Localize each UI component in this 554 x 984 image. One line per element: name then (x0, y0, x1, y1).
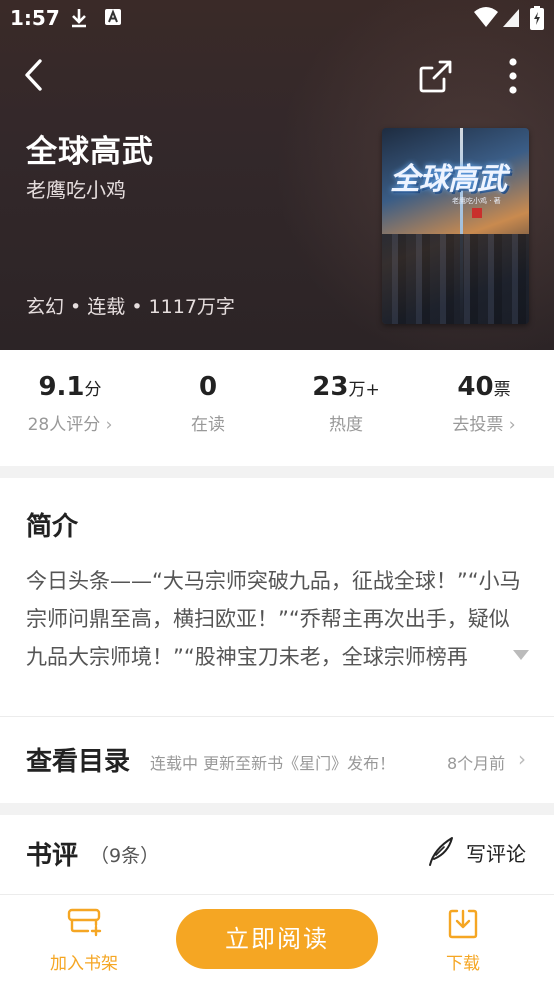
stat-votes-value: 40 (457, 372, 494, 402)
bottom-action-bar: 加入书架 立即阅读 下载 (0, 894, 554, 984)
stat-votes-value-row: 40票 (414, 372, 554, 402)
book-meta: 玄幻 • 连载 • 1117万字 (26, 296, 235, 318)
stat-reading: 0 在读 (138, 372, 278, 435)
book-intro[interactable]: 简介 今日头条——“大马宗师突破九品，征战全球！”“小马宗师问鼎至高，横扫欧亚！… (0, 478, 554, 716)
chevron-right-icon: › (508, 415, 516, 435)
status-time: 1:57 (10, 6, 60, 30)
book-stats: 9.1分 28人评分 › 0 在读 23万+ 热度 40票 去投票 › (0, 350, 554, 466)
write-review-label: 写评论 (466, 842, 526, 866)
app-notification-icon (105, 9, 121, 25)
expand-triangle-icon[interactable] (512, 648, 530, 662)
stat-reading-value-row: 0 (138, 372, 278, 402)
stat-reading-label: 在读 (191, 415, 225, 435)
add-to-shelf-label: 加入书架 (50, 954, 118, 974)
intro-heading: 简介 (26, 512, 79, 542)
wifi-icon (474, 7, 498, 27)
cover-city-skyline (382, 234, 529, 324)
catalog-update-status: 连载中 更新至新书《星门》发布！ (150, 754, 396, 773)
catalog-title: 查看目录 (26, 747, 131, 777)
stat-rating-label: 28人评分 (27, 415, 101, 435)
battery-icon (530, 6, 544, 30)
stat-popularity-value: 23 (312, 372, 349, 402)
more-options-button[interactable] (496, 56, 530, 96)
chevron-right-icon: › (518, 747, 526, 771)
stat-popularity-label: 热度 (329, 415, 363, 435)
stat-rating-value-row: 9.1分 (0, 372, 140, 402)
stat-popularity-unit: 万+ (348, 380, 380, 400)
cover-title: 全球高武 (390, 162, 507, 197)
vote-link[interactable]: 去投票 › (414, 410, 554, 435)
share-button[interactable] (418, 58, 454, 94)
download-icon (448, 909, 478, 939)
quill-pen-icon (429, 837, 453, 866)
book-header: 1:57 全球高武 老鹰吃小鸡 玄幻 • 连载 • 1117万字 全球高武 老鹰… (0, 0, 554, 350)
book-cover: 全球高武 老鹰吃小鸡 · 著 (382, 128, 529, 324)
stat-popularity: 23万+ 热度 (276, 372, 416, 435)
read-now-button[interactable]: 立即阅读 (176, 909, 378, 969)
intro-text: 今日头条——“大马宗师突破九品，征战全球！”“小马宗师问鼎至高，横扫欧亚！”“乔… (26, 569, 521, 669)
stat-reading-value: 0 (198, 372, 218, 402)
reviews-section: 书评 （9条） 写评论 (0, 815, 554, 895)
chevron-right-icon: › (105, 415, 113, 435)
stat-votes[interactable]: 40票 去投票 › (414, 372, 554, 435)
book-author[interactable]: 老鹰吃小鸡 (26, 174, 126, 203)
reviews-count: （9条） (90, 845, 160, 867)
book-title: 全球高武 (26, 134, 154, 170)
status-bar: 1:57 (0, 0, 554, 40)
cover-author: 老鹰吃小鸡 · 著 (452, 197, 501, 205)
stat-rating-label-row: 28人评分 › (0, 410, 140, 435)
stat-rating-value: 9.1 (38, 372, 85, 402)
back-button[interactable] (18, 58, 52, 92)
bookshelf-icon (67, 908, 102, 937)
signal-icon (503, 9, 519, 27)
reviews-title: 书评 (26, 841, 79, 871)
download-status-icon (72, 9, 86, 28)
stat-votes-unit: 票 (493, 380, 511, 400)
catalog-row[interactable]: 查看目录 连载中 更新至新书《星门》发布！ 8个月前 › (0, 717, 554, 803)
write-review-button[interactable]: 写评论 (426, 835, 526, 869)
stat-rating[interactable]: 9.1分 28人评分 › (0, 372, 140, 435)
stat-popularity-value-row: 23万+ (276, 372, 416, 402)
download-label: 下载 (446, 954, 480, 974)
add-to-shelf-button[interactable]: 加入书架 (50, 907, 118, 974)
catalog-update-time: 8个月前 (447, 754, 506, 773)
cover-seal (472, 208, 482, 218)
stat-rating-unit: 分 (84, 380, 102, 400)
stat-votes-label: 去投票 (452, 415, 504, 435)
download-button[interactable]: 下载 (446, 907, 480, 974)
